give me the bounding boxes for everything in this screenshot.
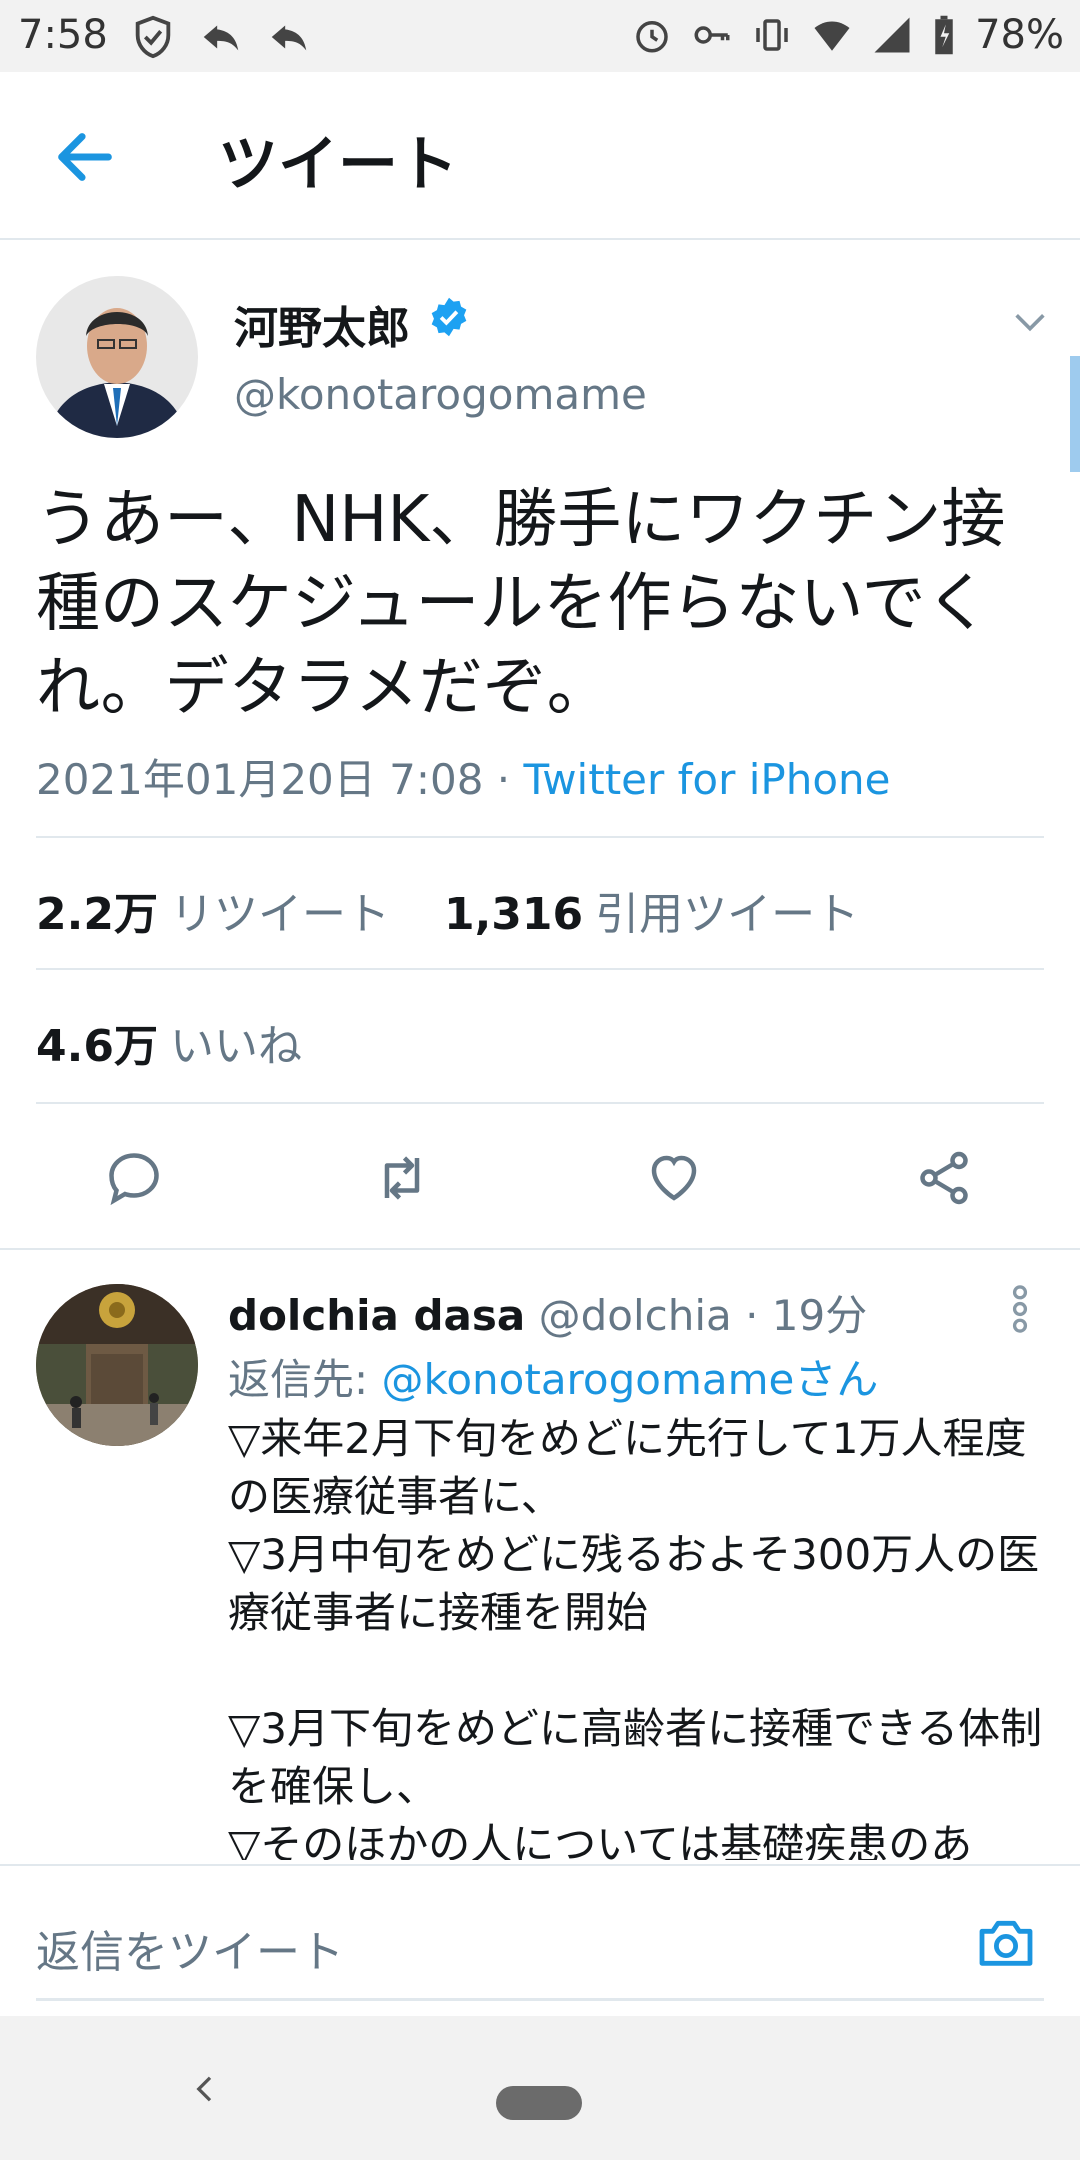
- reply-line: ▽3月下旬をめどに高齢者に接種できる体制を確保し、: [228, 1704, 1043, 1811]
- reply-header: dolchia dasa @dolchia · 19分: [228, 1282, 867, 1343]
- status-left-icons: [130, 14, 312, 60]
- battery-icon: [935, 15, 953, 55]
- nav-home-pill[interactable]: [496, 2086, 582, 2120]
- reply-line: [228, 1642, 1058, 1700]
- verified-badge-icon: [431, 297, 467, 337]
- battery-percent: 78%: [975, 12, 1064, 58]
- reply-to-line: 返信先: @konotarogomameさん: [228, 1346, 878, 1407]
- likes-count: 4.6万: [36, 1021, 158, 1072]
- retweets-count: 2.2万: [36, 889, 158, 940]
- status-bar: 7:58 78%: [0, 0, 1080, 72]
- retweets-label: リツイート: [169, 889, 390, 940]
- divider: [36, 836, 1044, 838]
- reply-composer: 返信をツイート: [0, 1864, 1080, 2016]
- quotes-count: 1,316: [443, 889, 584, 940]
- back-arrow-icon[interactable]: [50, 122, 120, 192]
- like-icon[interactable]: [644, 1148, 704, 1208]
- status-right-icons: 78%: [631, 12, 1064, 58]
- wifi-icon: [814, 21, 850, 51]
- reply-to-prefix: 返信先:: [228, 1355, 382, 1404]
- system-nav-bar: [0, 2016, 1080, 2160]
- tweet-source-link[interactable]: Twitter for iPhone: [524, 755, 891, 804]
- reply-handle-time[interactable]: @dolchia · 19分: [539, 1291, 868, 1340]
- retweet-stats[interactable]: 2.2万 リツイート 1,316 引用ツイート: [36, 878, 859, 942]
- quotes-label: 引用ツイート: [595, 889, 860, 940]
- retweet-icon[interactable]: [372, 1148, 432, 1208]
- key-icon: [694, 26, 730, 44]
- author-avatar[interactable]: [36, 276, 198, 438]
- reply-input[interactable]: 返信をツイート: [36, 1916, 344, 1980]
- vibrate-icon: [756, 19, 788, 51]
- reply-text: ▽来年2月下旬をめどに先行して1万人程度の医療従事者に、 ▽3月中旬をめどに残る…: [228, 1410, 1058, 1860]
- camera-icon[interactable]: [974, 1910, 1038, 1974]
- reply-arrow-icon: [271, 25, 307, 51]
- reply-to-mention[interactable]: @konotarogomameさん: [382, 1355, 879, 1404]
- reply-line: ▽3月中旬をめどに残るおよそ300万人の医療従事者に接種を開始: [228, 1530, 1040, 1637]
- reply-line: ▽来年2月下旬をめどに先行して1万人程度の医療従事者に、: [228, 1414, 1027, 1521]
- divider: [36, 1102, 1044, 1104]
- share-icon[interactable]: [914, 1148, 974, 1208]
- reply-arrow-icon: [203, 25, 239, 51]
- signal-icon: [874, 17, 910, 53]
- tweet-text: うあー、NHK、勝手にワクチン接種のスケジュールを作らないでくれ。デタラメだぞ。: [36, 483, 1006, 725]
- divider: [36, 968, 1044, 970]
- tweet-timestamp: 2021年01月20日 7:08 ·: [36, 755, 524, 804]
- chevron-down-icon[interactable]: [1010, 302, 1050, 342]
- alarm-icon: [636, 21, 668, 53]
- status-time: 7:58: [18, 12, 108, 58]
- shield-check-icon: [135, 15, 171, 59]
- reply-author-avatar[interactable]: [36, 1284, 198, 1446]
- top-app-bar: ツイート: [0, 72, 1080, 240]
- reply-line: ▽そのほかの人については基礎疾患のあ: [228, 1820, 973, 1860]
- likes-label: いいね: [169, 1021, 302, 1072]
- author-handle[interactable]: @konotarogomame: [234, 370, 647, 419]
- page-title: ツイート: [218, 130, 458, 200]
- nav-back-icon[interactable]: [190, 2074, 220, 2104]
- scrollbar-thumb[interactable]: [1070, 356, 1080, 472]
- reply-author-name[interactable]: dolchia dasa: [228, 1291, 525, 1340]
- more-options-icon[interactable]: [1008, 1284, 1032, 1334]
- likes-stats[interactable]: 4.6万 いいね: [36, 1010, 302, 1074]
- author-name[interactable]: 河野太郎: [234, 292, 410, 356]
- reply-icon[interactable]: [104, 1148, 164, 1208]
- composer-underline: [36, 1998, 1044, 2001]
- section-divider: [0, 1248, 1080, 1250]
- tweet-meta: 2021年01月20日 7:08 · Twitter for iPhone: [36, 746, 891, 807]
